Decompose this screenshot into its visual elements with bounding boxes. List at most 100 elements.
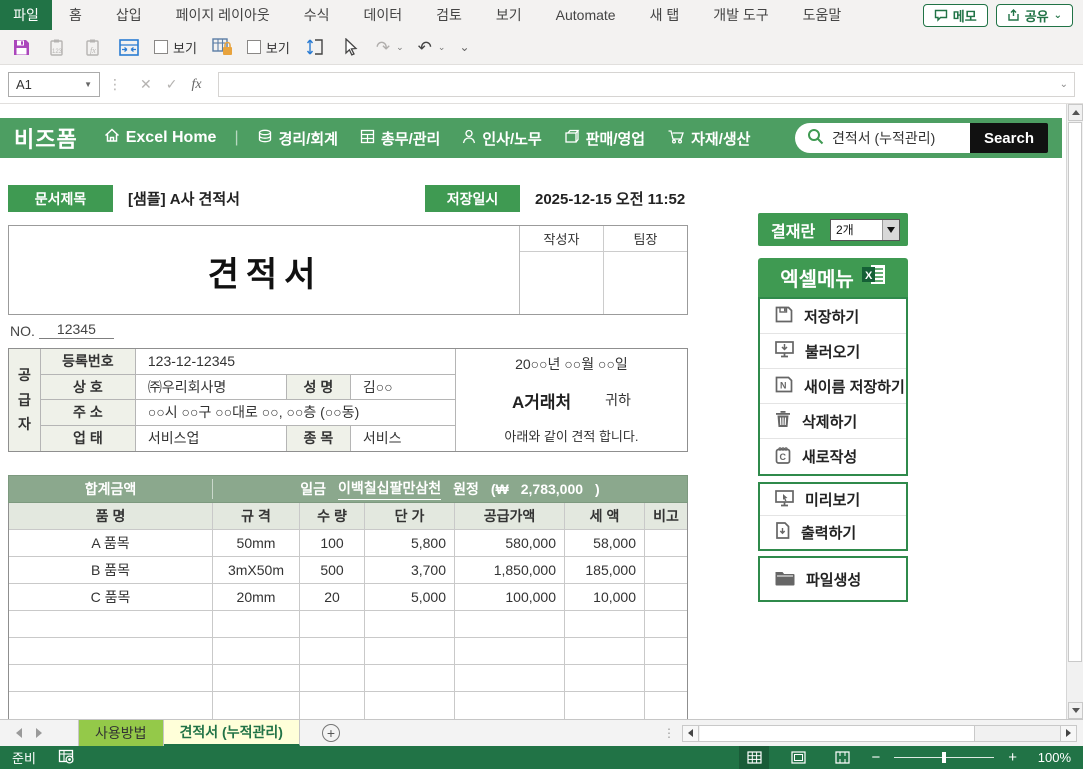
nav-general-affairs[interactable]: 총무/관리 xyxy=(360,128,440,149)
search-input[interactable] xyxy=(832,130,962,146)
approval-count-dropdown[interactable]: 2개 xyxy=(830,219,900,241)
formula-input[interactable]: ⌄ xyxy=(218,72,1075,97)
tab-data[interactable]: 데이터 xyxy=(346,0,419,30)
cancel-icon[interactable]: ✕ xyxy=(140,76,152,93)
doc-heading[interactable]: 견적서 xyxy=(9,226,521,316)
zoom-slider-handle[interactable] xyxy=(942,752,946,763)
horizontal-scrollbar[interactable] xyxy=(682,725,1077,742)
save-as-menu-item[interactable]: N 새이름 저장하기 xyxy=(760,369,906,404)
prev-sheet-icon[interactable] xyxy=(16,728,22,738)
item-row-3[interactable]: C 품목 20mm 20 5,000 100,000 10,000 xyxy=(9,584,687,611)
total-amount-korean[interactable]: 이백칠십팔만삼천 xyxy=(338,478,441,500)
redo-icon[interactable]: ↷ xyxy=(376,39,390,56)
tab-new-tab[interactable]: 새 탭 xyxy=(633,0,697,30)
ceo-name-value[interactable]: 김○○ xyxy=(351,375,455,400)
reg-number-value[interactable]: 123-12-12345 xyxy=(136,349,455,374)
normal-view-icon[interactable] xyxy=(739,746,769,769)
view-checkbox-1[interactable] xyxy=(154,40,168,54)
protect-sheet-icon[interactable] xyxy=(211,36,233,58)
nav-accounting[interactable]: 경리/회계 xyxy=(257,128,338,149)
signature-cell-leader[interactable] xyxy=(604,252,687,314)
tab-page-layout[interactable]: 페이지 레이아웃 xyxy=(159,0,287,30)
tab-view[interactable]: 보기 xyxy=(479,0,539,30)
undo-icon[interactable]: ↶ xyxy=(418,39,432,56)
address-value[interactable]: ○○시 ○○구 ○○대로 ○○, ○○층 (○○동) xyxy=(136,400,455,425)
new-sheet-icon[interactable]: + xyxy=(322,724,340,742)
tab-file[interactable]: 파일 xyxy=(0,0,52,30)
tab-help[interactable]: 도움말 xyxy=(786,0,859,30)
doc-number-value[interactable]: 12345 xyxy=(39,321,114,339)
item-row-empty[interactable] xyxy=(9,692,687,719)
scroll-left-icon[interactable] xyxy=(683,726,699,741)
name-box-dropdown-icon[interactable]: ▼ xyxy=(84,80,92,89)
nav-sales[interactable]: 판매/영업 xyxy=(564,128,645,149)
item-row-empty[interactable] xyxy=(9,611,687,638)
tab-insert[interactable]: 삽입 xyxy=(99,0,159,30)
recipient-name[interactable]: A거래처 xyxy=(512,388,571,413)
freeze-panes-icon[interactable] xyxy=(118,36,140,58)
nav-materials[interactable]: 자재/생산 xyxy=(667,128,750,149)
quote-date[interactable]: 20○○년 ○○월 ○○일 xyxy=(464,354,679,374)
tab-automate[interactable]: Automate xyxy=(539,0,633,30)
comments-button[interactable]: 메모 xyxy=(923,4,988,27)
zoom-slider[interactable] xyxy=(894,757,994,758)
next-sheet-icon[interactable] xyxy=(36,728,42,738)
view-checkbox-2[interactable] xyxy=(247,40,261,54)
scroll-up-icon[interactable] xyxy=(1068,104,1083,121)
sheet-tab-usage[interactable]: 사용방법 xyxy=(78,720,164,746)
total-amount-number[interactable]: 2,783,000 xyxy=(521,481,583,497)
page-layout-view-icon[interactable] xyxy=(783,746,813,769)
doc-title-value[interactable]: [샘플] A사 견적서 xyxy=(128,188,240,209)
vertical-scrollbar[interactable] xyxy=(1066,104,1083,719)
tab-home[interactable]: 홈 xyxy=(52,0,99,30)
paste-values-icon[interactable]: 123 xyxy=(46,36,68,58)
nav-hr-labor[interactable]: 인사/노무 xyxy=(462,128,541,149)
business-type-value[interactable]: 서비스업 xyxy=(136,426,286,451)
insert-function-icon[interactable]: fx xyxy=(191,77,201,93)
saved-at-value[interactable]: 2025-12-15 오전 11:52 xyxy=(535,188,685,209)
dropdown-arrow-icon[interactable] xyxy=(882,220,899,240)
create-file-menu-item[interactable]: 파일생성 xyxy=(760,558,906,600)
search-button[interactable]: Search xyxy=(970,123,1048,153)
tab-developer[interactable]: 개발 도구 xyxy=(696,0,785,30)
name-box[interactable]: A1 ▼ xyxy=(8,72,100,97)
horizontal-scrollbar-thumb[interactable] xyxy=(700,726,975,741)
scroll-down-icon[interactable] xyxy=(1068,702,1083,719)
macro-record-icon[interactable] xyxy=(58,749,75,767)
undo-chevron-icon[interactable]: ⌄ xyxy=(438,42,446,53)
item-row-2[interactable]: B 품목 3mX50m 500 3,700 1,850,000 185,000 xyxy=(9,557,687,584)
vertical-scrollbar-thumb[interactable] xyxy=(1068,122,1082,662)
redo-chevron-icon[interactable]: ⌄ xyxy=(396,42,404,53)
signature-cell-writer[interactable] xyxy=(520,252,604,314)
save-menu-item[interactable]: 저장하기 xyxy=(760,299,906,334)
qat-overflow-icon[interactable]: ⌄ xyxy=(459,41,469,53)
scroll-right-icon[interactable] xyxy=(1060,726,1076,741)
save-icon[interactable] xyxy=(10,36,32,58)
cursor-icon[interactable] xyxy=(340,36,362,58)
item-row-empty[interactable] xyxy=(9,665,687,692)
delete-menu-item[interactable]: 삭제하기 xyxy=(760,404,906,439)
share-button[interactable]: 공유 ⌄ xyxy=(996,4,1073,27)
row-height-icon[interactable] xyxy=(304,36,326,58)
scrollbar-gripper[interactable]: ⋮ xyxy=(663,726,676,740)
tab-review[interactable]: 검토 xyxy=(419,0,479,30)
page-break-view-icon[interactable] xyxy=(827,746,857,769)
item-row-1[interactable]: A 품목 50mm 100 5,800 580,000 58,000 xyxy=(9,530,687,557)
expand-formula-bar-icon[interactable]: ⌄ xyxy=(1060,79,1068,90)
paste-formula-icon[interactable]: fx xyxy=(82,36,104,58)
enter-icon[interactable]: ✓ xyxy=(166,76,178,93)
company-value[interactable]: ㈜우리회사명 xyxy=(136,375,286,400)
bizforms-logo[interactable]: 비즈폼 xyxy=(14,122,78,154)
excel-home-link[interactable]: Excel Home xyxy=(104,128,217,148)
new-document-menu-item[interactable]: C 새로작성 xyxy=(760,439,906,474)
tab-formulas[interactable]: 수식 xyxy=(287,0,347,30)
preview-menu-item[interactable]: 미리보기 xyxy=(760,484,906,516)
load-menu-item[interactable]: 불러오기 xyxy=(760,334,906,369)
zoom-level[interactable]: 100% xyxy=(1031,750,1071,765)
zoom-in-icon[interactable]: + xyxy=(1008,749,1017,766)
zoom-out-icon[interactable]: − xyxy=(871,749,880,766)
sheet-tab-quotation[interactable]: 견적서 (누적관리) xyxy=(164,720,300,746)
item-row-empty[interactable] xyxy=(9,638,687,665)
business-item-value[interactable]: 서비스 xyxy=(351,426,455,451)
print-menu-item[interactable]: 출력하기 xyxy=(760,516,906,548)
